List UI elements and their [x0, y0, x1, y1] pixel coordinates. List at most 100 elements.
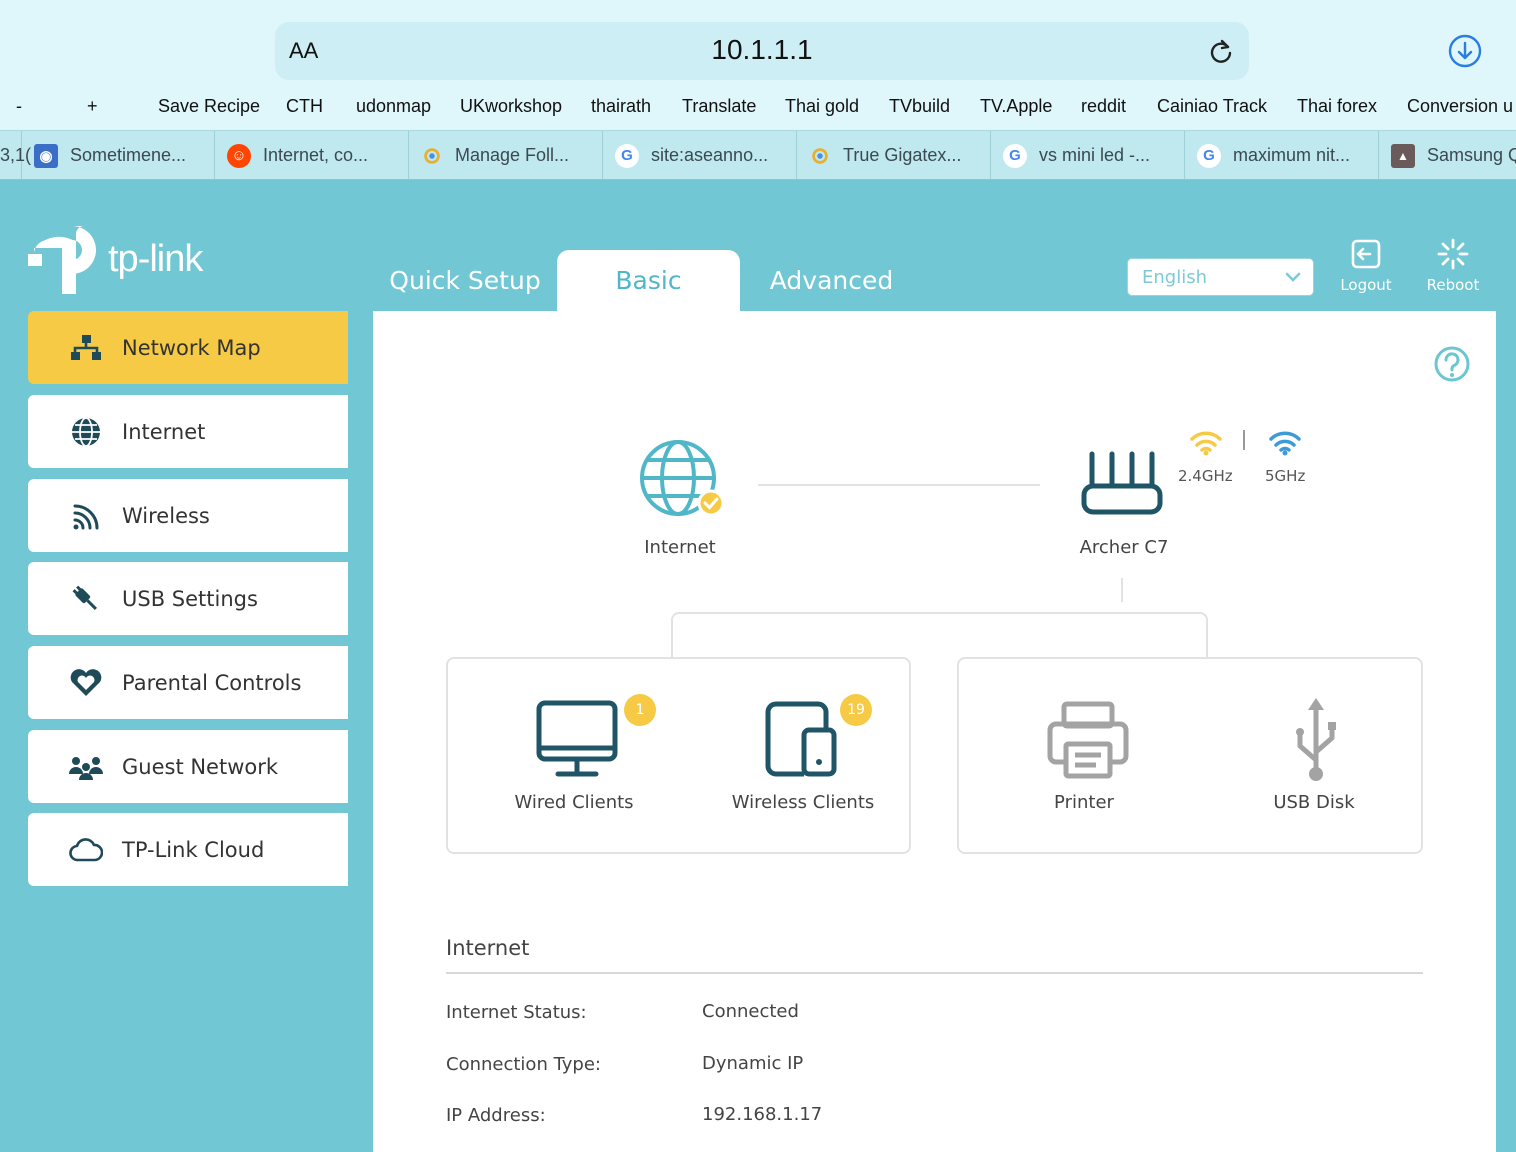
reboot-button[interactable]: Reboot	[1418, 238, 1488, 294]
sidebar-item-label: TP-Link Cloud	[122, 837, 265, 862]
band-5ghz-label: 5GHz	[1265, 467, 1306, 485]
logo-text: tp-link	[108, 238, 203, 280]
reddit-icon: ☺	[227, 143, 251, 168]
sidebar-item-label: Parental Controls	[122, 670, 302, 695]
sidebar-item-label: Wireless	[122, 503, 210, 528]
bookmark-item[interactable]: reddit	[1081, 96, 1126, 117]
wireless-clients-label[interactable]: Wireless Clients	[718, 792, 888, 813]
sidebar-item-network-map[interactable]: Network Map	[28, 311, 348, 384]
bookmark-item[interactable]: Translate	[682, 96, 756, 117]
sidebar-item-label: Guest Network	[122, 754, 279, 779]
download-icon[interactable]	[1448, 34, 1482, 68]
browser-tab[interactable]: G vs mini led -...	[991, 131, 1185, 179]
sidebar-item-guest-network[interactable]: Guest Network	[28, 730, 348, 803]
tab-title: Internet, co...	[263, 145, 369, 165]
ip-address-value: 192.168.1.17	[702, 1104, 823, 1125]
wired-clients-label[interactable]: Wired Clients	[490, 792, 658, 813]
tab-basic[interactable]: Basic	[557, 250, 740, 311]
internet-section-title: Internet	[446, 936, 530, 960]
tab-title: True Gigatex...	[843, 145, 962, 165]
cloud-icon	[68, 832, 104, 868]
browser-tab[interactable]: G site:aseanno...	[603, 131, 797, 179]
section-divider	[446, 972, 1423, 974]
wifi-signal-icon	[68, 498, 104, 534]
logout-label: Logout	[1340, 276, 1392, 294]
tab-title: maximum nit...	[1233, 145, 1351, 165]
guest-users-icon	[68, 749, 104, 785]
image-icon: ▲	[1391, 143, 1415, 168]
ip-address-key: IP Address:	[446, 1105, 546, 1126]
sidebar-item-label: Internet	[122, 419, 206, 444]
wired-clients-count-badge: 1	[624, 694, 656, 726]
reboot-label: Reboot	[1426, 276, 1480, 294]
help-icon[interactable]	[1433, 345, 1471, 383]
tab-title: vs mini led -...	[1039, 145, 1151, 165]
wireless-clients-devices-icon[interactable]	[764, 700, 840, 780]
tab-advanced[interactable]: Advanced	[740, 250, 923, 311]
sidebar-item-label: USB Settings	[122, 586, 258, 611]
heart-icon	[68, 665, 104, 701]
logout-button[interactable]: Logout	[1331, 238, 1401, 294]
google-icon: G	[1003, 143, 1027, 168]
bookmark-item[interactable]: Cainiao Track	[1157, 96, 1267, 117]
bookmark-item[interactable]: TVbuild	[889, 96, 950, 117]
browser-tab[interactable]: True Gigatex...	[797, 131, 991, 179]
band-24ghz-label: 2.4GHz	[1178, 467, 1233, 485]
bookmark-item[interactable]: udonmap	[356, 96, 431, 117]
globe-icon	[68, 414, 104, 450]
reboot-icon	[1437, 238, 1469, 270]
bookmark-item[interactable]: Conversion u	[1407, 96, 1513, 117]
browser-tab[interactable]: ☺ Internet, co...	[215, 131, 409, 179]
wifi-5ghz-icon[interactable]	[1267, 428, 1303, 456]
connection-type-key: Connection Type:	[446, 1054, 601, 1075]
tab-quick-setup[interactable]: Quick Setup	[374, 250, 556, 311]
usb-disk-label[interactable]: USB Disk	[1244, 792, 1384, 813]
internet-status-value: Connected	[702, 1001, 799, 1022]
sidebar-item-parental-controls[interactable]: Parental Controls	[28, 646, 348, 719]
tab-title: Sometimene...	[70, 145, 187, 165]
tab-title: site:aseanno...	[651, 145, 769, 165]
google-icon: G	[1197, 143, 1221, 168]
bookmark-minus[interactable]: -	[16, 96, 22, 117]
band-divider	[1243, 430, 1245, 450]
printer-icon[interactable]	[1046, 700, 1130, 780]
bookmark-item[interactable]: thairath	[591, 96, 651, 117]
printer-label[interactable]: Printer	[1014, 792, 1154, 813]
browser-tab[interactable]: ◉ Sometimene...	[22, 131, 215, 179]
sidebar-item-usb-settings[interactable]: USB Settings	[28, 562, 348, 635]
browser-tab[interactable]: 3,1(	[0, 131, 31, 179]
browser-tab[interactable]: G maximum nit...	[1185, 131, 1379, 179]
wired-clients-monitor-icon[interactable]	[536, 700, 618, 778]
sidebar-item-tp-link-cloud[interactable]: TP-Link Cloud	[28, 813, 348, 886]
bookmark-item[interactable]: TV.Apple	[980, 96, 1052, 117]
browser-tab-strip: 3,1( ◉ Sometimene... ☺ Internet, co... M…	[0, 130, 1516, 180]
language-select[interactable]: English	[1127, 258, 1314, 296]
chrome-icon	[812, 147, 828, 164]
browser-tab[interactable]: Manage Foll...	[409, 131, 603, 179]
internet-globe-icon	[640, 440, 725, 517]
url-text[interactable]: 10.1.1.1	[275, 34, 1249, 66]
chevron-down-icon	[1285, 272, 1301, 282]
wireless-clients-count-badge: 19	[840, 694, 872, 726]
clients-box	[446, 657, 911, 854]
sidebar-item-internet[interactable]: Internet	[28, 395, 348, 468]
tab-title: Samsung Q	[1427, 145, 1516, 165]
bookmark-item[interactable]: Save Recipe	[158, 96, 260, 117]
internet-status-key: Internet Status:	[446, 1002, 587, 1023]
address-bar[interactable]: AA 10.1.1.1	[275, 22, 1249, 80]
bookmark-item[interactable]: CTH	[286, 96, 323, 117]
bookmark-item[interactable]: UKworkshop	[460, 96, 562, 117]
router-icon[interactable]	[1080, 448, 1164, 520]
blue-square-icon: ◉	[34, 143, 58, 168]
reload-icon[interactable]	[1207, 38, 1235, 66]
connection-type-value: Dynamic IP	[702, 1053, 804, 1074]
bookmark-plus[interactable]: +	[87, 96, 98, 117]
bookmark-item[interactable]: Thai gold	[785, 96, 859, 117]
logout-icon	[1351, 239, 1381, 269]
bookmark-item[interactable]: Thai forex	[1297, 96, 1377, 117]
sidebar-item-label: Network Map	[122, 335, 261, 360]
wifi-24ghz-icon[interactable]	[1188, 428, 1224, 456]
usb-disk-icon[interactable]	[1293, 698, 1339, 782]
sidebar-item-wireless[interactable]: Wireless	[28, 479, 348, 552]
browser-tab[interactable]: ▲ Samsung Q	[1379, 131, 1516, 179]
